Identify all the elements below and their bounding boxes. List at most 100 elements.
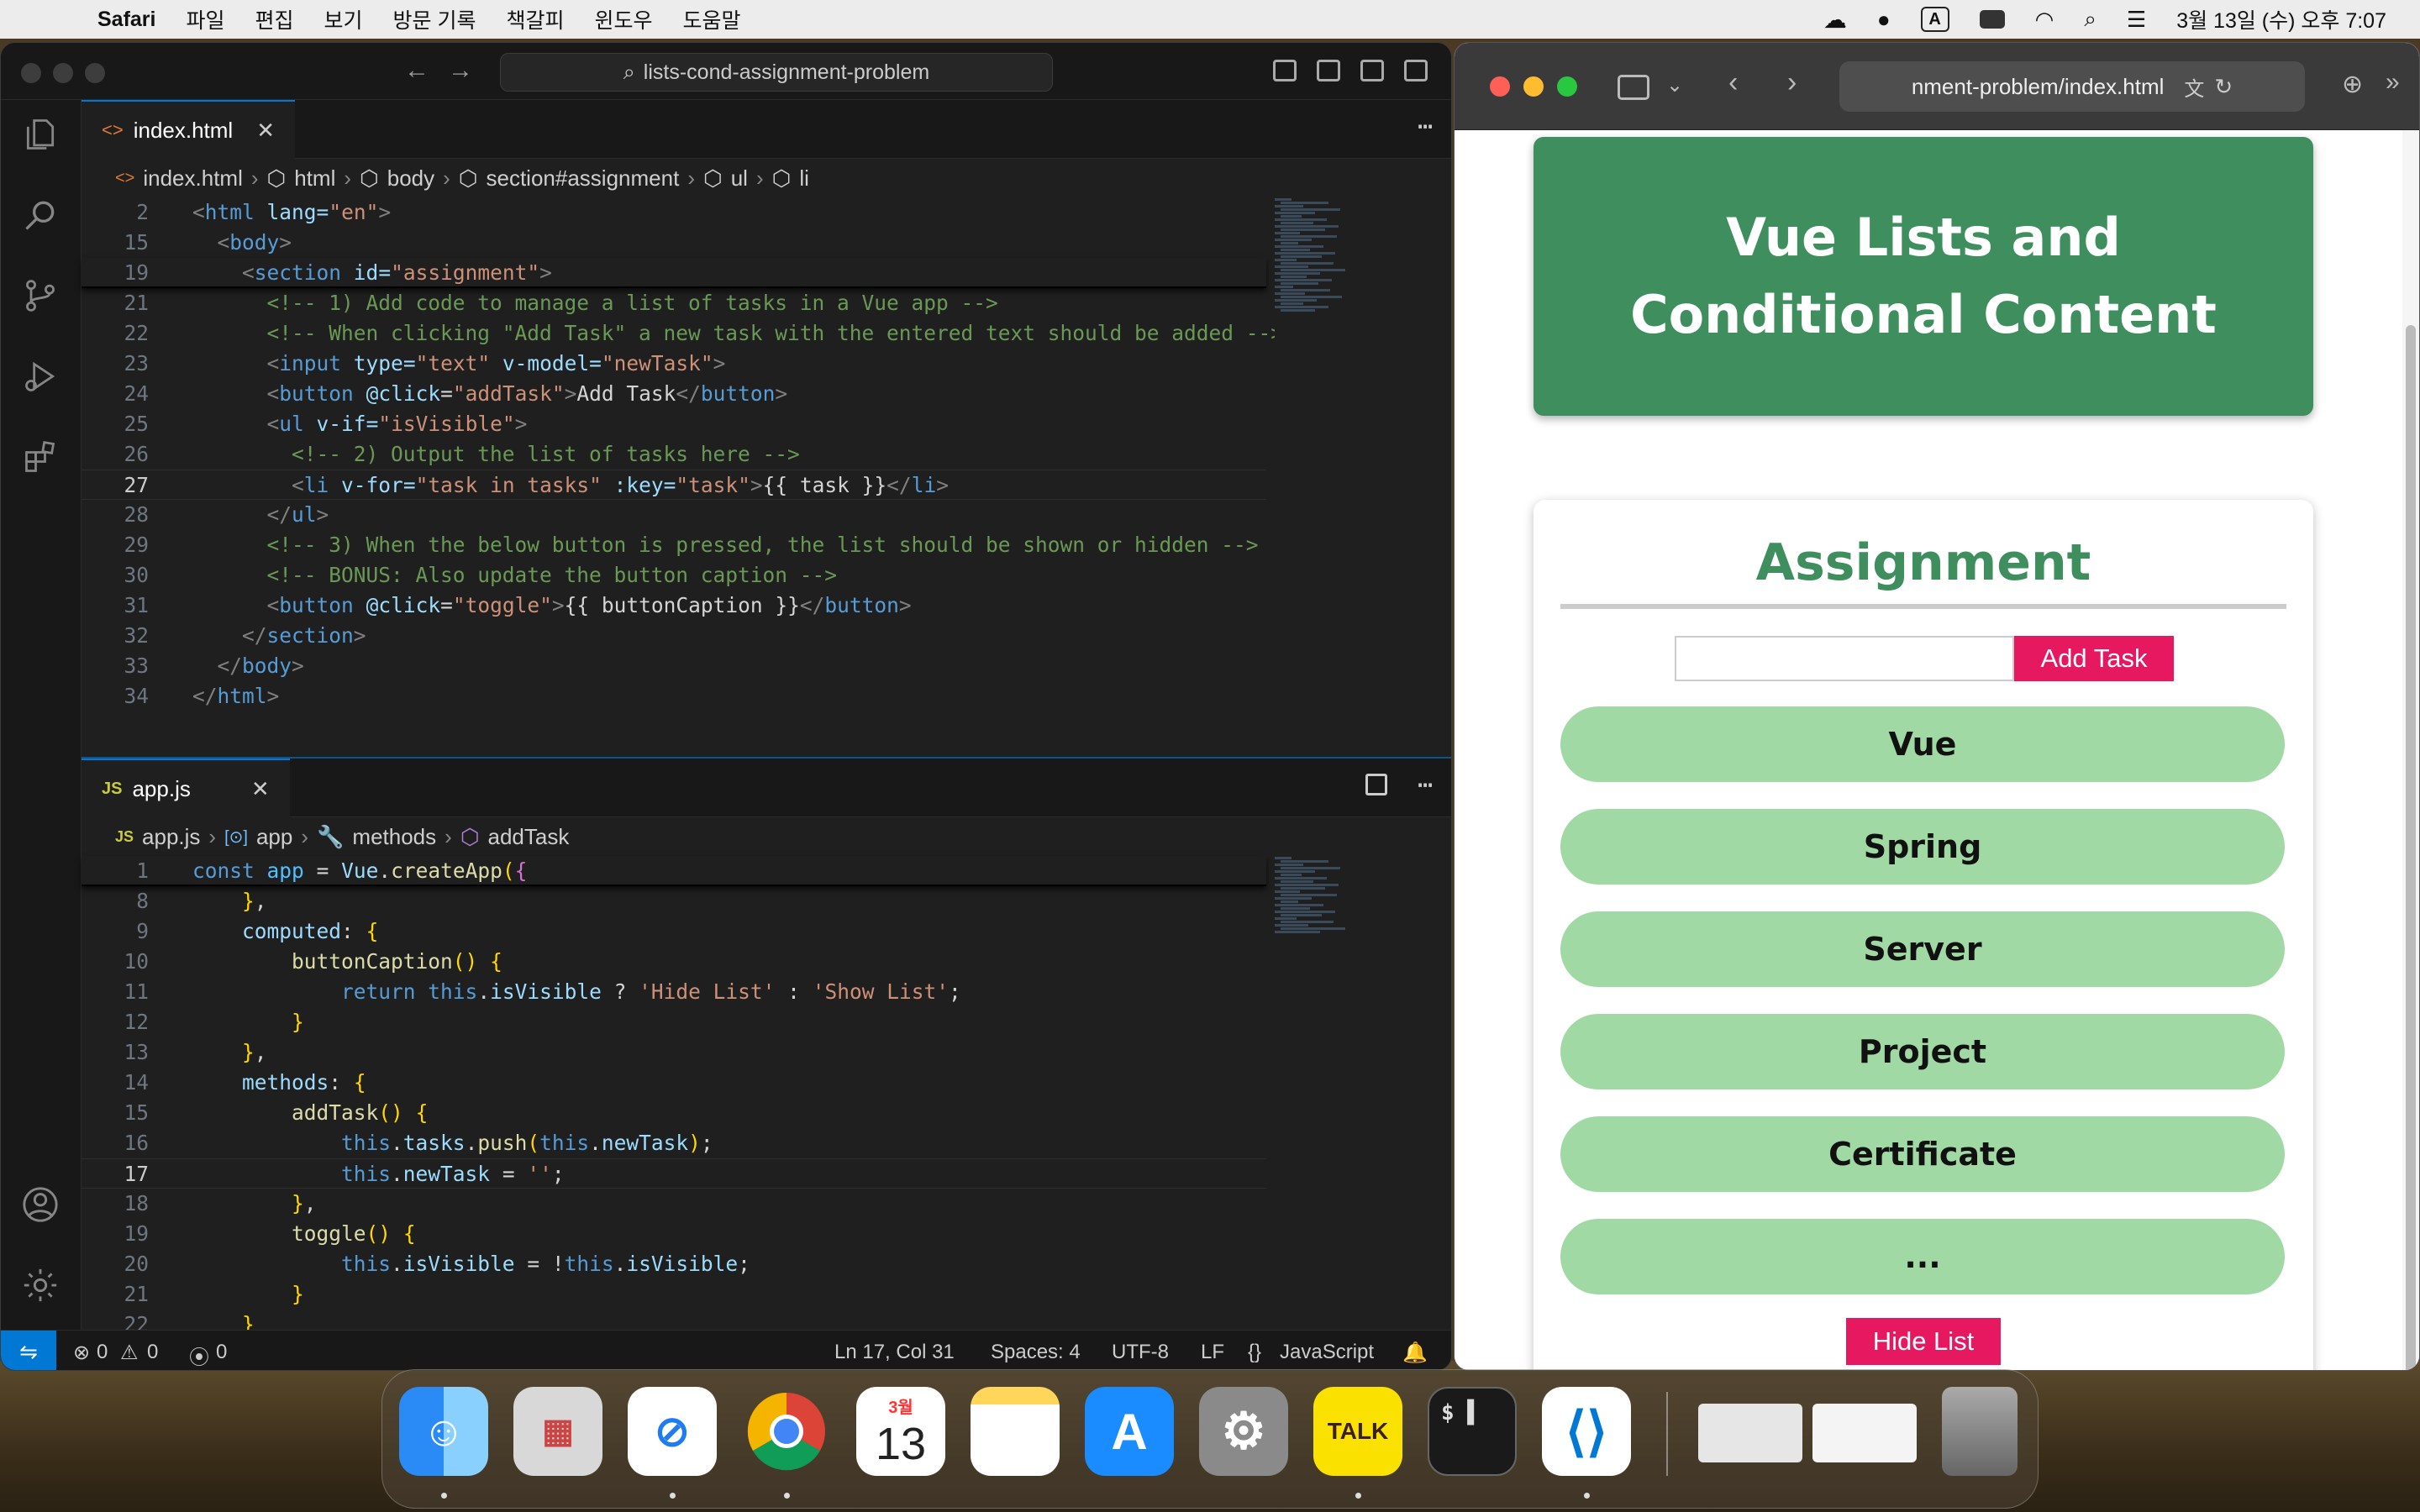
code-line[interactable]: 21 <!-- 1) Add code to manage a list of … — [82, 288, 1266, 318]
code-line[interactable]: 9 computed: { — [82, 916, 1266, 947]
code-line[interactable]: 17 this.newTask = ''; — [82, 1158, 1266, 1189]
code-line[interactable]: 12 } — [82, 1007, 1266, 1037]
minimize-window-button[interactable] — [53, 63, 73, 83]
code-line[interactable]: 30 <!-- BONUS: Also update the button ca… — [82, 560, 1266, 591]
system-settings-gear-icon[interactable]: ⚙ — [1199, 1387, 1288, 1476]
breadcrumb-item[interactable]: section#assignment — [487, 165, 680, 192]
code-line[interactable]: 20 this.isVisible = !this.isVisible; — [82, 1249, 1266, 1279]
breadcrumb-item[interactable]: li — [799, 165, 809, 192]
code-line[interactable]: 19 <section id="assignment"> — [82, 258, 1266, 288]
code-line[interactable]: 15 <body> — [82, 228, 1266, 258]
breadcrumb-item[interactable]: methods — [352, 824, 436, 850]
vscode-icon[interactable]: ⟨⟩ — [1542, 1387, 1631, 1476]
close-window-button[interactable] — [21, 63, 41, 83]
menu-view[interactable]: 보기 — [324, 4, 363, 34]
task-input[interactable] — [1675, 636, 2014, 681]
minimap-html[interactable] — [1275, 197, 1350, 391]
breadcrumb-item[interactable]: html — [294, 165, 335, 192]
breadcrumb-item[interactable]: app — [256, 824, 292, 850]
calendar-icon[interactable]: 3월 13 — [856, 1387, 945, 1476]
extensions-icon[interactable] — [19, 436, 61, 478]
more-actions-icon[interactable]: ⋯ — [1418, 770, 1433, 800]
trash-icon[interactable] — [1942, 1387, 2018, 1476]
forward-arrow-icon[interactable]: › — [1787, 66, 1797, 99]
menu-edit[interactable]: 편집 — [255, 4, 294, 34]
breadcrumb-item[interactable]: addTask — [488, 824, 570, 850]
close-tab-icon[interactable]: ✕ — [251, 776, 270, 802]
code-line[interactable]: 33 </body> — [82, 651, 1266, 681]
explorer-icon[interactable] — [19, 113, 61, 155]
code-line[interactable]: 34 </html> — [82, 681, 1266, 711]
minimap-js[interactable] — [1275, 856, 1350, 957]
breadcrumb-item[interactable]: ul — [731, 165, 748, 192]
breadcrumb-item[interactable]: body — [387, 165, 434, 192]
menu-history[interactable]: 방문 기록 — [393, 4, 476, 34]
menu-file[interactable]: 파일 — [186, 4, 224, 34]
error-icon[interactable]: ⊗ — [73, 1341, 90, 1365]
code-line[interactable]: 11 return this.isVisible ? 'Hide List' :… — [82, 977, 1266, 1007]
code-line[interactable]: 28 </ul> — [82, 500, 1266, 530]
back-arrow-icon[interactable]: ‹ — [1728, 66, 1738, 99]
toggle-list-button[interactable]: Hide List — [1846, 1318, 2001, 1365]
remote-indicator-icon[interactable]: ⇋ — [1, 1331, 56, 1370]
code-line[interactable]: 25 <ul v-if="isVisible"> — [82, 409, 1266, 439]
battery-icon[interactable] — [1979, 10, 2005, 29]
line-ending[interactable]: LF — [1201, 1341, 1224, 1364]
settings-gear-icon[interactable] — [19, 1264, 61, 1306]
cursor-position[interactable]: Ln 17, Col 31 — [834, 1341, 955, 1364]
app-store-icon[interactable]: A — [1085, 1387, 1174, 1476]
zoom-window-button[interactable] — [85, 63, 105, 83]
code-editor-html[interactable]: 2 <html lang="en"> 15 <body> 19 <section id… — [82, 197, 1283, 711]
scrollbar-thumb[interactable] — [2406, 325, 2416, 1370]
translate-icon[interactable]: 文 — [2184, 72, 2204, 102]
safari-icon[interactable]: ⊘ — [628, 1387, 717, 1476]
code-line[interactable]: 19 toggle() { — [82, 1219, 1266, 1249]
code-line[interactable]: 24 <button @click="addTask">Add Task</bu… — [82, 379, 1266, 409]
menu-bookmarks[interactable]: 책갈피 — [506, 4, 564, 34]
code-line[interactable]: 13 }, — [82, 1037, 1266, 1068]
tab-app-js[interactable]: JS app.js ✕ — [82, 759, 290, 817]
chrome-icon[interactable] — [742, 1387, 831, 1476]
add-task-button[interactable]: Add Task — [2014, 636, 2174, 681]
accounts-icon[interactable] — [19, 1184, 61, 1226]
close-window-button[interactable] — [1490, 76, 1510, 97]
bell-icon[interactable]: 🔔 — [1402, 1341, 1428, 1365]
menu-help[interactable]: 도움말 — [683, 4, 741, 34]
scrollbar[interactable] — [2402, 130, 2419, 1370]
search-icon[interactable] — [19, 194, 61, 236]
code-line[interactable]: 29 <!-- 3) When the below button is pres… — [82, 530, 1266, 560]
code-line[interactable]: 18 }, — [82, 1189, 1266, 1219]
close-tab-icon[interactable]: ✕ — [256, 118, 275, 144]
run-debug-icon[interactable] — [19, 355, 61, 397]
more-tabs-icon[interactable]: » — [2386, 68, 2400, 97]
code-editor-js[interactable]: 1 const app = Vue.createApp({8 }, 9 comput… — [82, 856, 1266, 1370]
finder-icon[interactable]: ☺ — [399, 1387, 488, 1476]
warning-icon[interactable]: ⚠ — [120, 1341, 139, 1365]
split-editor-icon[interactable] — [1365, 774, 1387, 795]
minimized-window-thumbnail[interactable] — [1698, 1404, 1802, 1462]
toggle-primary-sidebar-icon[interactable] — [1273, 60, 1297, 81]
minimized-window-thumbnail[interactable] — [1812, 1404, 1917, 1462]
customize-layout-icon[interactable] — [1404, 60, 1428, 81]
spotlight-search-icon[interactable]: ⌕ — [2084, 6, 2096, 33]
chevron-down-icon[interactable]: ⌄ — [1666, 73, 1683, 97]
minimize-window-button[interactable] — [1523, 76, 1544, 97]
reload-icon[interactable]: ↻ — [2214, 74, 2233, 100]
zoom-window-button[interactable] — [1557, 76, 1577, 97]
code-line[interactable]: 2 <html lang="en"> — [82, 197, 1266, 228]
wifi-icon[interactable]: ◠ — [2035, 7, 2054, 33]
menu-window[interactable]: 윈도우 — [595, 4, 653, 34]
code-line[interactable]: 16 this.tasks.push(this.newTask); — [82, 1128, 1266, 1158]
forward-arrow-icon[interactable]: → — [448, 56, 473, 85]
launchpad-icon[interactable]: ▦ — [513, 1387, 602, 1476]
more-actions-icon[interactable]: ⋯ — [1418, 112, 1433, 141]
error-count[interactable]: 0 — [97, 1341, 108, 1364]
code-line[interactable]: 14 methods: { — [82, 1068, 1266, 1098]
control-center-icon[interactable]: ☰ — [2127, 7, 2146, 33]
code-line[interactable]: 21 } — [82, 1279, 1266, 1310]
ports-icon[interactable]: ⦿ — [189, 1341, 209, 1370]
ports-count[interactable]: 0 — [216, 1341, 227, 1364]
tab-index-html[interactable]: <> index.html ✕ — [82, 100, 295, 159]
source-control-icon[interactable] — [19, 275, 61, 317]
breadcrumb-item[interactable]: index.html — [143, 165, 243, 192]
